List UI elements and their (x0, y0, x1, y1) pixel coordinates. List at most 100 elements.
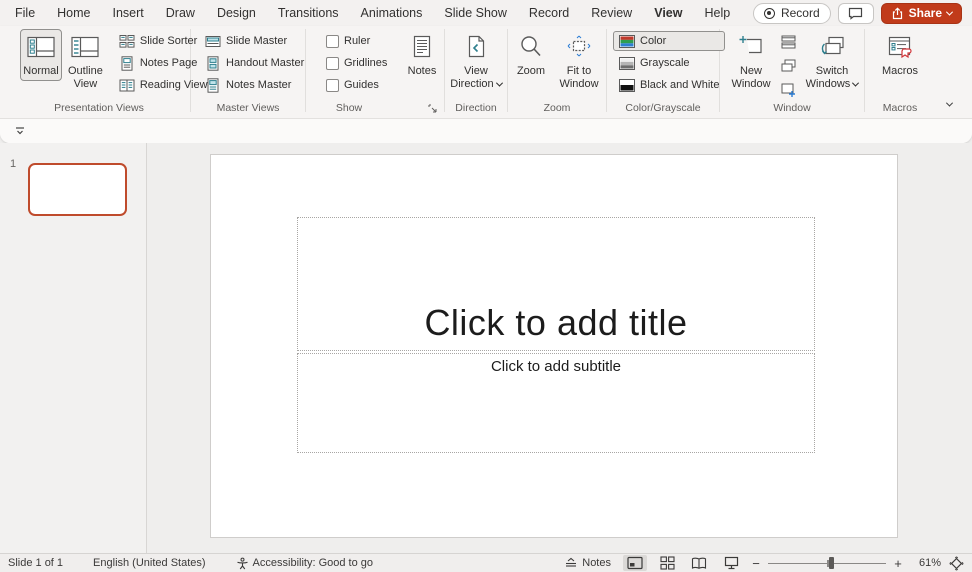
record-button[interactable]: Record (753, 3, 831, 24)
chevron-down-icon (945, 99, 952, 106)
normal-view-status-button[interactable] (623, 555, 647, 571)
ribbon: Normal Outline View Slide Sor (0, 26, 972, 143)
notes-toggle-label: Notes (582, 557, 611, 569)
view-direction-label: View Direction (450, 65, 502, 91)
tab-record[interactable]: Record (518, 1, 580, 25)
notes-master-button[interactable]: Notes Master (199, 75, 310, 95)
zoom-slider-thumb[interactable] (829, 557, 834, 569)
slide-master-button[interactable]: Slide Master (199, 31, 310, 51)
tab-home[interactable]: Home (46, 1, 101, 25)
guides-checkbox[interactable]: Guides (320, 75, 402, 95)
tab-review[interactable]: Review (580, 1, 643, 25)
share-button-label: Share (909, 6, 942, 20)
tab-slide-show[interactable]: Slide Show (433, 1, 518, 25)
tab-design[interactable]: Design (206, 1, 267, 25)
tab-transitions[interactable]: Transitions (267, 1, 350, 25)
ribbon-tabs: File Home Insert Draw Design Transitions… (0, 1, 741, 25)
slide-thumbnail-panel: 1 (0, 143, 147, 553)
slide-master-icon (205, 34, 221, 49)
fit-to-window-button[interactable]: Fit to Window (554, 29, 604, 94)
gridlines-checkbox[interactable]: Gridlines (320, 53, 402, 73)
outline-view-label: Outline View (68, 65, 103, 91)
group-label-color-grayscale: Color/Grayscale (607, 101, 719, 118)
normal-view-label: Normal (23, 65, 58, 78)
macros-label: Macros (882, 65, 918, 78)
black-and-white-button[interactable]: Black and White (613, 75, 725, 95)
view-direction-button[interactable]: View Direction (446, 29, 506, 94)
group-label-zoom: Zoom (508, 101, 606, 118)
cascade-button[interactable] (778, 56, 799, 76)
group-direction: View Direction Direction (445, 26, 507, 118)
slide-indicator[interactable]: Slide 1 of 1 (8, 557, 63, 569)
slide-show-status-button[interactable] (719, 555, 743, 571)
new-window-button[interactable]: New Window (726, 29, 776, 94)
notes-button[interactable]: Notes (402, 29, 442, 81)
notes-toggle-button[interactable]: Notes (560, 556, 615, 570)
group-zoom: Zoom Fit to Window Zoom (508, 26, 606, 118)
share-icon (891, 7, 904, 20)
tab-draw[interactable]: Draw (155, 1, 206, 25)
black-and-white-label: Black and White (640, 79, 719, 91)
zoom-percentage[interactable]: 61% (911, 557, 941, 569)
reading-view-status-button[interactable] (687, 555, 711, 571)
switch-windows-button[interactable]: Switch Windows (801, 29, 863, 94)
zoom-slider[interactable] (768, 556, 886, 570)
tab-animations[interactable]: Animations (350, 1, 434, 25)
group-label-direction: Direction (445, 101, 507, 118)
move-split-icon (781, 83, 796, 97)
tab-view[interactable]: View (643, 1, 693, 25)
quick-access-toolbar (0, 118, 972, 143)
arrange-all-icon (781, 35, 796, 49)
zoom-label: Zoom (517, 65, 545, 78)
accessibility-icon (236, 557, 249, 570)
notes-master-icon (205, 78, 221, 93)
grayscale-button[interactable]: Grayscale (613, 53, 725, 73)
group-label-window: Window (720, 101, 864, 118)
zoom-in-button[interactable]: + (893, 556, 903, 571)
zoom-button[interactable]: Zoom (510, 29, 552, 81)
gridlines-label: Gridlines (344, 57, 387, 69)
outline-view-icon (70, 34, 100, 62)
show-dialog-launcher[interactable] (426, 102, 440, 116)
comments-button[interactable] (838, 3, 874, 24)
guides-label: Guides (344, 79, 379, 91)
normal-view-button[interactable]: Normal (20, 29, 62, 81)
checkbox-icon (326, 57, 339, 70)
language-indicator[interactable]: English (United States) (93, 557, 206, 569)
group-show: Ruler Gridlines Guides (306, 26, 444, 118)
black-and-white-swatch-icon (619, 79, 635, 92)
handout-master-button[interactable]: Handout Master (199, 53, 310, 73)
zoom-control: − + (751, 556, 903, 571)
slide-thumbnail[interactable] (28, 163, 127, 216)
collapse-ribbon-button[interactable] (940, 96, 958, 112)
ribbon-view-tab-content: Normal Outline View Slide Sor (0, 26, 972, 118)
title-placeholder[interactable]: Click to add title (297, 217, 815, 351)
normal-view-icon (26, 34, 56, 62)
slide-sorter-status-button[interactable] (655, 555, 679, 571)
record-button-label: Record (781, 6, 820, 20)
arrange-all-button[interactable] (778, 32, 799, 52)
color-label: Color (640, 35, 666, 47)
tab-help[interactable]: Help (693, 1, 741, 25)
group-label-macros: Macros (865, 101, 935, 118)
fit-slide-to-window-button[interactable] (949, 556, 964, 571)
accessibility-status[interactable]: Accessibility: Good to go (236, 557, 373, 570)
tab-insert[interactable]: Insert (102, 1, 155, 25)
zoom-out-button[interactable]: − (751, 556, 761, 571)
record-icon (764, 8, 775, 19)
slide-canvas[interactable]: Click to add title Click to add subtitle (210, 154, 898, 538)
share-button[interactable]: Share (881, 3, 962, 24)
subtitle-placeholder[interactable]: Click to add subtitle (297, 353, 815, 453)
new-window-icon (737, 34, 765, 62)
tab-file[interactable]: File (4, 1, 46, 25)
move-split-button[interactable] (778, 80, 799, 100)
group-presentation-views: Normal Outline View Slide Sor (8, 26, 190, 118)
fit-to-window-label: Fit to Window (558, 65, 600, 91)
checkbox-icon (326, 35, 339, 48)
customize-quick-access-icon[interactable] (14, 126, 26, 136)
outline-view-button[interactable]: Outline View (64, 29, 107, 94)
macros-button[interactable]: Macros (874, 29, 926, 81)
ruler-checkbox[interactable]: Ruler (320, 31, 402, 51)
color-button[interactable]: Color (613, 31, 725, 51)
fit-to-window-icon (565, 34, 593, 62)
